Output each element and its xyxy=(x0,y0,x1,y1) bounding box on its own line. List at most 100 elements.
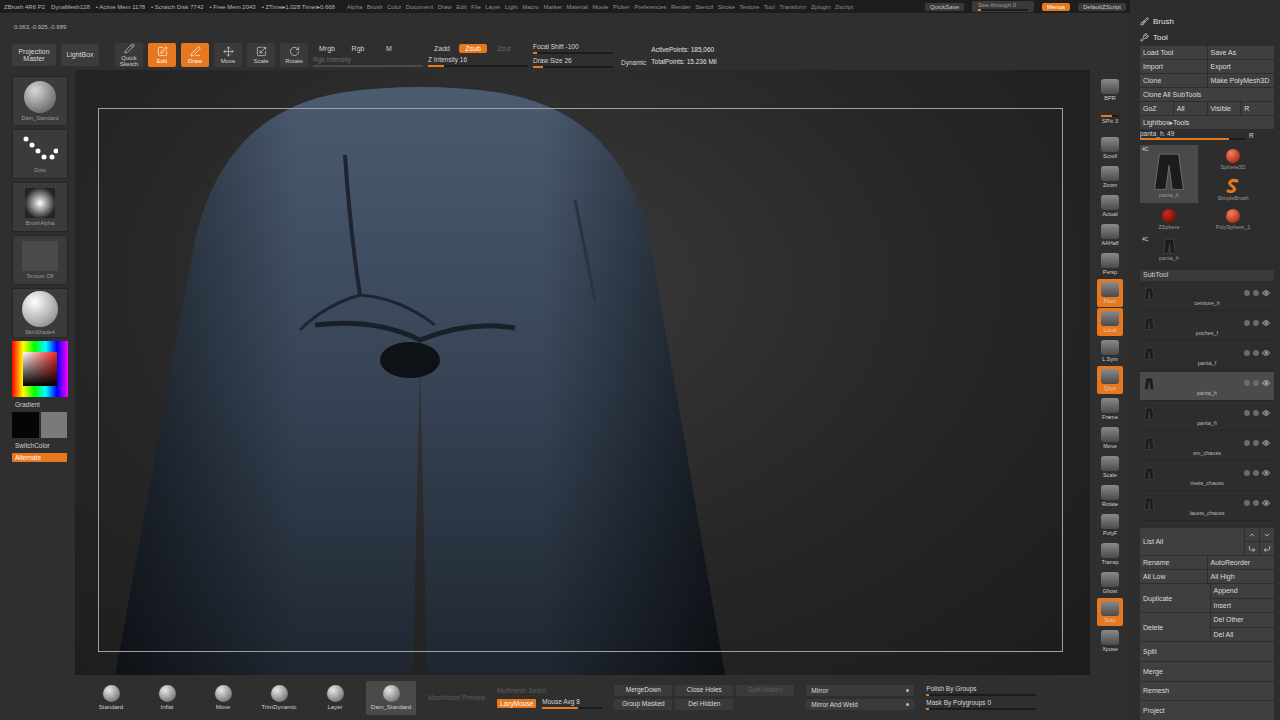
see-through-track[interactable] xyxy=(978,9,1028,11)
subtool-button[interactable]: Append xyxy=(1211,584,1275,598)
eye-icon[interactable] xyxy=(1262,319,1270,327)
eye-icon[interactable] xyxy=(1262,409,1270,417)
menu-item[interactable]: Render xyxy=(671,4,691,10)
switch-color-button[interactable]: SwitchColor xyxy=(12,441,67,450)
tool-button[interactable]: Export xyxy=(1208,60,1275,73)
menu-item[interactable]: Draw xyxy=(438,4,452,10)
slider-track[interactable] xyxy=(533,66,613,68)
shelf-thumbnail[interactable]: Dam_Standard xyxy=(12,76,68,126)
shelf-thumbnail[interactable]: Dots xyxy=(12,129,68,179)
menu-item[interactable]: Tool xyxy=(764,4,775,10)
slider-track[interactable] xyxy=(313,65,423,67)
menu-item[interactable]: Movie xyxy=(592,4,608,10)
subtool-title[interactable]: SubTool xyxy=(1140,270,1274,281)
menu-item[interactable]: Marker xyxy=(543,4,562,10)
subtool-section-button[interactable]: Remesh xyxy=(1140,682,1274,701)
list-all-button[interactable]: List All xyxy=(1140,528,1244,555)
polypaint-toggle[interactable] xyxy=(1244,320,1250,326)
lazymouse-toggle[interactable]: LazyMouse xyxy=(497,699,536,708)
view-button[interactable]: Move xyxy=(1097,424,1123,452)
color-mode-button[interactable]: Mrgb xyxy=(313,44,341,53)
move-up-button[interactable] xyxy=(1245,528,1259,541)
polypaint-toggle[interactable] xyxy=(1244,500,1250,506)
view-button[interactable]: Frame xyxy=(1097,395,1123,423)
polypaint-toggle[interactable] xyxy=(1244,470,1250,476)
menu-item[interactable]: Texture xyxy=(740,4,760,10)
subtool-button[interactable]: Del All xyxy=(1211,628,1275,642)
subtool-dot[interactable] xyxy=(1253,350,1259,356)
quicksave-button[interactable]: QuickSave xyxy=(925,3,964,11)
menu-item[interactable]: Picker xyxy=(613,4,630,10)
tool-slider-track[interactable] xyxy=(1140,138,1245,140)
shelf-thumbnail[interactable]: Texture Off xyxy=(12,235,68,285)
view-button[interactable]: AAHalf xyxy=(1097,221,1123,249)
mode-button[interactable]: Scale xyxy=(247,43,275,67)
menu-item[interactable]: Light xyxy=(505,4,518,10)
slider-track[interactable] xyxy=(542,707,602,709)
mesh-button[interactable]: Del Hidden xyxy=(675,699,733,710)
view-button[interactable]: Ghost xyxy=(1097,569,1123,597)
eye-icon[interactable] xyxy=(1262,469,1270,477)
subtool-row[interactable]: sm_chauss xyxy=(1140,432,1274,461)
tool-thumbnail[interactable]: 4Cpanta_h xyxy=(1140,145,1198,203)
alternate-toggle[interactable]: Alternate xyxy=(12,453,67,462)
view-button[interactable]: Floor xyxy=(1097,279,1123,307)
secondary-color-swatch[interactable] xyxy=(41,412,68,438)
menu-item[interactable]: Stencil xyxy=(695,4,713,10)
menu-item[interactable]: Transform xyxy=(779,4,806,10)
tool-slider-reset[interactable]: R xyxy=(1249,132,1254,139)
brush-slot[interactable]: Layer xyxy=(310,681,360,715)
z-intensity-slider[interactable]: Z Intensity 16 xyxy=(428,56,528,67)
tool-button[interactable]: Make PolyMesh3D xyxy=(1208,74,1275,87)
subtool-row[interactable]: lacets_chauss xyxy=(1140,492,1274,521)
view-button[interactable]: Xpose xyxy=(1097,627,1123,655)
tool-thumbnail[interactable]: 4Cpanta_h xyxy=(1140,235,1198,263)
mouse-avg-slider[interactable]: Mouse Avg 8 xyxy=(542,698,602,709)
select-down-button[interactable] xyxy=(1260,542,1274,555)
subtool-button[interactable]: All Low xyxy=(1140,570,1207,583)
z-mode-button[interactable]: Zsub xyxy=(459,44,487,53)
viewport-canvas[interactable] xyxy=(75,70,1090,675)
menu-item[interactable]: File xyxy=(471,4,481,10)
zscript-button[interactable]: DefaultZScript xyxy=(1078,3,1126,11)
z-mode-button[interactable]: Zcut xyxy=(490,44,518,53)
polypaint-toggle[interactable] xyxy=(1244,350,1250,356)
toolbar-button[interactable]: Projection Master xyxy=(12,44,56,66)
subtool-section-button[interactable]: Project xyxy=(1140,701,1274,720)
menu-item[interactable]: Macro xyxy=(522,4,539,10)
subtool-dot[interactable] xyxy=(1253,500,1259,506)
subtool-button[interactable]: AutoReorder xyxy=(1208,556,1275,569)
subtool-button[interactable]: All High xyxy=(1208,570,1275,583)
brush-slot[interactable]: Dam_Standard xyxy=(366,681,416,715)
tool-thumbnail[interactable]: SimpleBrush xyxy=(1204,175,1262,203)
polypaint-toggle[interactable] xyxy=(1244,410,1250,416)
select-up-button[interactable] xyxy=(1245,542,1259,555)
gradient-button[interactable]: Gradient xyxy=(12,400,67,409)
see-through-slider[interactable]: See-through 0 xyxy=(972,1,1034,12)
view-button[interactable]: Qxyz xyxy=(1097,366,1123,394)
tool-button[interactable]: Clone xyxy=(1140,74,1207,87)
z-mode-button[interactable]: Zadd xyxy=(428,44,456,53)
move-down-button[interactable] xyxy=(1260,528,1274,541)
brush-slot[interactable]: Standard xyxy=(86,681,136,715)
mode-button[interactable]: Draw xyxy=(181,43,209,67)
mode-button[interactable]: Quick Sketch xyxy=(115,43,143,67)
subtool-button[interactable]: Insert xyxy=(1211,599,1275,613)
view-button[interactable]: Rotate xyxy=(1097,482,1123,510)
subtool-row[interactable]: poches_f xyxy=(1140,312,1274,341)
color-field[interactable] xyxy=(23,352,57,386)
view-button[interactable]: Persp xyxy=(1097,250,1123,278)
subtool-dot[interactable] xyxy=(1253,470,1259,476)
view-button[interactable]: Solo xyxy=(1097,598,1123,626)
mode-button[interactable]: Edit xyxy=(148,43,176,67)
mirror-button[interactable]: Mirror And Weld xyxy=(806,699,914,710)
tool-thumbnail[interactable]: ZSphere xyxy=(1140,205,1198,233)
view-button[interactable]: BPR xyxy=(1097,76,1123,104)
view-button[interactable]: PolyF xyxy=(1097,511,1123,539)
view-button[interactable]: Scale xyxy=(1097,453,1123,481)
dynamic-button[interactable]: Dynamic xyxy=(621,59,646,66)
focal-shift-slider[interactable]: Focal Shift -100 xyxy=(533,43,646,54)
tool-button[interactable]: Lightbox▸Tools xyxy=(1140,116,1274,129)
view-button[interactable]: Local xyxy=(1097,308,1123,336)
slider-track[interactable] xyxy=(428,65,528,67)
